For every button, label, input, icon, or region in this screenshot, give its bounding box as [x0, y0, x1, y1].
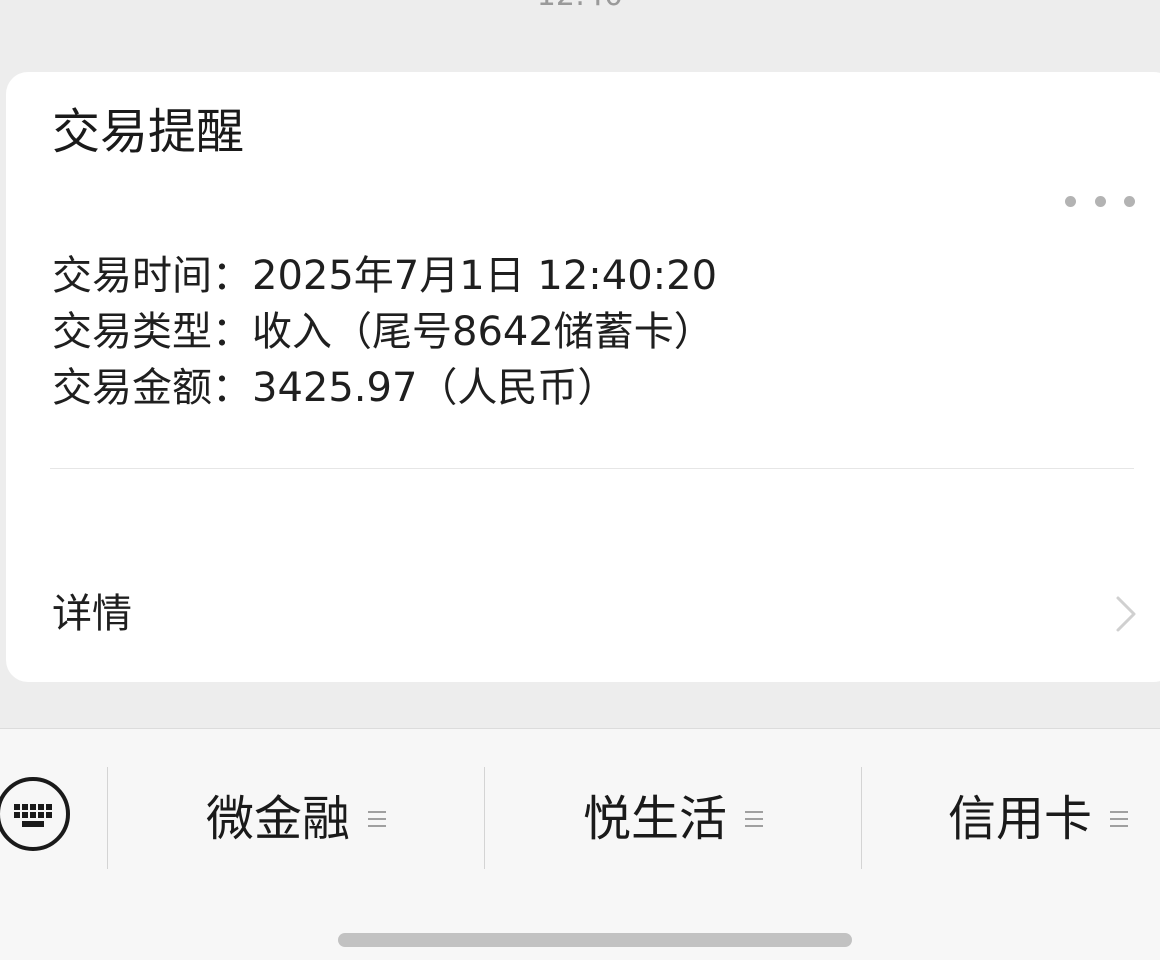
screen: 12:40 交易提醒 交易时间：2025年7月1日 12:40:20 交易类型：…	[0, 0, 1160, 960]
transaction-info: 交易时间：2025年7月1日 12:40:20 交易类型：收入（尾号8642储蓄…	[52, 248, 717, 416]
transaction-time-row: 交易时间：2025年7月1日 12:40:20	[52, 248, 717, 304]
menu-lines-icon	[368, 811, 386, 827]
home-indicator[interactable]	[338, 933, 852, 947]
field-label: 交易类型：	[52, 309, 252, 355]
menu-item-label: 悦生活	[582, 791, 727, 847]
transaction-amount-row: 交易金额：3425.97（人民币）	[52, 360, 717, 416]
more-dot-icon	[1094, 195, 1106, 207]
field-value: 2025年7月1日 12:40:20	[252, 253, 718, 299]
menu-item-credit-card[interactable]: 信用卡	[862, 789, 1160, 849]
status-time: 12:40	[0, 0, 1160, 13]
keyboard-toggle-button[interactable]	[0, 777, 70, 851]
details-label: 详情	[52, 591, 132, 637]
divider	[50, 468, 1134, 469]
chevron-right-icon	[1116, 596, 1136, 632]
field-value: 3425.97（人民币）	[252, 365, 618, 411]
details-link[interactable]: 详情	[0, 572, 1154, 658]
more-dot-icon	[1065, 195, 1076, 207]
more-options-button[interactable]	[1062, 186, 1138, 216]
menu-item-micro-finance[interactable]: 微金融	[108, 789, 484, 849]
menu-item-life[interactable]: 悦生活	[485, 789, 861, 849]
menu-lines-icon	[745, 811, 763, 827]
more-dot-icon	[1124, 195, 1135, 207]
field-label: 交易时间：	[52, 253, 252, 299]
menu-item-label: 微金融	[205, 791, 350, 847]
keyboard-icon	[14, 804, 52, 827]
card-title: 交易提醒	[52, 104, 245, 160]
transaction-type-row: 交易类型：收入（尾号8642储蓄卡）	[52, 304, 717, 360]
field-label: 交易金额：	[52, 365, 252, 411]
bottom-menu-bar: 微金融 悦生活 信用卡	[0, 728, 1160, 960]
menu-lines-icon	[1110, 811, 1129, 827]
menu-item-label: 信用卡	[948, 791, 1093, 847]
field-value: 收入（尾号8642储蓄卡）	[252, 309, 714, 355]
